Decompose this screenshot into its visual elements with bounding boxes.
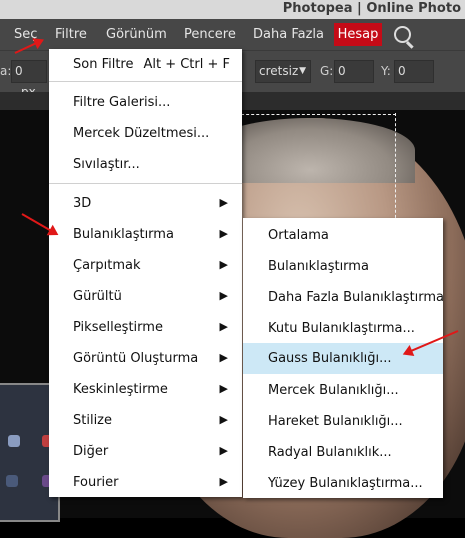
menu-item-label: Gürültü: [73, 289, 122, 304]
a-value: 0: [15, 64, 23, 78]
window-title: Photopea | Online Photo: [282, 1, 461, 16]
account-button[interactable]: Hesap: [334, 23, 382, 46]
menu-pencere[interactable]: Pencere: [184, 27, 236, 42]
menu-item-son-filtre[interactable]: Son Filtre Alt + Ctrl + F: [49, 49, 242, 80]
menu-item-label: Filtre Galerisi...: [73, 95, 171, 110]
filter-dropdown-menu: Son Filtre Alt + Ctrl + F Filtre Galeris…: [49, 49, 242, 497]
menu-item-carpitmak[interactable]: Çarpıtmak ▶: [49, 250, 242, 281]
g-value: 0: [338, 64, 346, 78]
selection-marquee-top: [236, 114, 396, 115]
menu-item-label: Görüntü Oluşturma: [73, 351, 199, 366]
menu-divider: [49, 183, 242, 184]
submenu-item-label: Gauss Bulanıklığı...: [268, 351, 392, 366]
a-label: a:: [0, 64, 12, 78]
menu-divider: [49, 81, 242, 82]
chevron-down-icon: ▼: [299, 66, 306, 76]
submenu-item-label: Daha Fazla Bulanıklaştırma: [268, 290, 445, 305]
triangle-right-icon: ▶: [219, 413, 228, 426]
menu-item-label: Mercek Düzeltmesi...: [73, 126, 210, 141]
y-field[interactable]: 0: [394, 60, 434, 83]
menu-item-label: Diğer: [73, 444, 109, 459]
menu-item-filtre-galerisi[interactable]: Filtre Galerisi...: [49, 87, 242, 118]
menu-item-label: 3D: [73, 196, 92, 211]
style-value: cretsiz: [259, 64, 299, 78]
menu-item-fourier[interactable]: Fourier ▶: [49, 467, 242, 498]
window-titlebar: Photopea | Online Photo: [0, 0, 465, 19]
menu-item-label: Son Filtre: [73, 57, 134, 72]
triangle-right-icon: ▶: [219, 289, 228, 302]
y-value: 0: [398, 64, 406, 78]
menu-item-stilize[interactable]: Stilize ▶: [49, 405, 242, 436]
menu-item-label: Bulanıklaştırma: [73, 227, 174, 242]
a-field[interactable]: 0 px: [11, 60, 47, 99]
y-label: Y:: [381, 64, 391, 78]
g-field[interactable]: 0: [334, 60, 374, 83]
triangle-right-icon: ▶: [219, 320, 228, 333]
submenu-item-mercek-bulanikligi[interactable]: Mercek Bulanıklığı...: [243, 375, 443, 406]
menu-item-bulaniklastirma[interactable]: Bulanıklaştırma ▶: [49, 219, 242, 250]
menu-item-label: Fourier: [73, 475, 119, 490]
search-icon[interactable]: [394, 26, 411, 43]
menu-item-label: Keskinleştirme: [73, 382, 168, 397]
app-icon: [6, 475, 18, 487]
submenu-item-label: Yüzey Bulanıklaştırma...: [268, 476, 423, 491]
submenu-item-kutu-bulaniklastirma[interactable]: Kutu Bulanıklaştırma...: [243, 313, 443, 344]
menu-filtre[interactable]: Filtre: [55, 27, 87, 42]
selection-marquee-right: [395, 113, 396, 223]
submenu-item-label: Ortalama: [268, 228, 329, 243]
menu-item-label: Pikselleştirme: [73, 320, 163, 335]
menu-item-keskinlestirme[interactable]: Keskinleştirme ▶: [49, 374, 242, 405]
style-select[interactable]: cretsiz ▼: [255, 60, 311, 83]
submenu-item-label: Bulanıklaştırma: [268, 259, 369, 274]
submenu-item-daha-fazla-bulaniklastirma[interactable]: Daha Fazla Bulanıklaştırma: [243, 282, 445, 313]
submenu-item-ortalama[interactable]: Ortalama: [243, 220, 443, 251]
menu-item-3d[interactable]: 3D ▶: [49, 188, 242, 219]
submenu-item-label: Kutu Bulanıklaştırma...: [268, 321, 415, 336]
menu-item-label: Sıvılaştır...: [73, 157, 140, 172]
submenu-item-label: Radyal Bulanıklık...: [268, 445, 392, 460]
triangle-right-icon: ▶: [219, 351, 228, 364]
triangle-right-icon: ▶: [219, 227, 228, 240]
menu-item-shortcut: Alt + Ctrl + F: [143, 57, 230, 72]
menu-item-label: Çarpıtmak: [73, 258, 141, 273]
submenu-item-label: Mercek Bulanıklığı...: [268, 383, 399, 398]
menu-item-piksellestirme[interactable]: Pikselleştirme ▶: [49, 312, 242, 343]
menu-daha-fazla[interactable]: Daha Fazla: [253, 27, 324, 42]
menu-item-label: Stilize: [73, 413, 113, 428]
submenu-item-yuzey-bulaniklastirma[interactable]: Yüzey Bulanıklaştırma...: [243, 468, 443, 499]
triangle-right-icon: ▶: [219, 258, 228, 271]
triangle-right-icon: ▶: [219, 444, 228, 457]
blur-submenu: Ortalama Bulanıklaştırma Daha Fazla Bula…: [243, 218, 445, 499]
menu-item-sivilastir[interactable]: Sıvılaştır...: [49, 149, 242, 180]
submenu-item-radyal-bulaniklik[interactable]: Radyal Bulanıklık...: [243, 437, 443, 468]
menu-item-gurultu[interactable]: Gürültü ▶: [49, 281, 242, 312]
menu-item-diger[interactable]: Diğer ▶: [49, 436, 242, 467]
submenu-item-hareket-bulanikligi[interactable]: Hareket Bulanıklığı...: [243, 406, 443, 437]
triangle-right-icon: ▶: [219, 382, 228, 395]
triangle-right-icon: ▶: [219, 475, 228, 488]
menu-item-mercek-duzeltmesi[interactable]: Mercek Düzeltmesi...: [49, 118, 242, 149]
menu-item-goruntu-olusturma[interactable]: Görüntü Oluşturma ▶: [49, 343, 242, 374]
submenu-item-label: Hareket Bulanıklığı...: [268, 414, 403, 429]
submenu-item-bulaniklastirma[interactable]: Bulanıklaştırma: [243, 251, 443, 282]
menu-gorunum[interactable]: Görünüm: [106, 27, 167, 42]
app-icon: [8, 435, 20, 447]
g-label: G:: [320, 64, 334, 78]
triangle-right-icon: ▶: [219, 196, 228, 209]
